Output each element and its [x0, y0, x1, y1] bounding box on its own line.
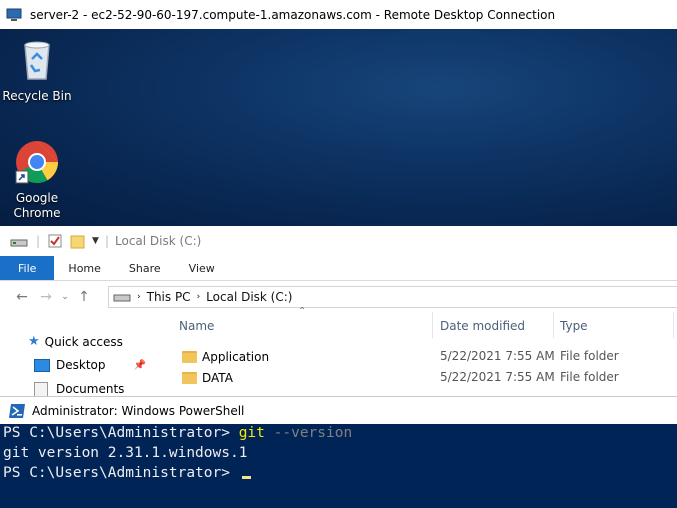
explorer-title: Local Disk (C:): [115, 234, 202, 248]
sidebar-label: Desktop: [56, 358, 106, 372]
up-arrow-icon[interactable]: ↑: [72, 286, 96, 308]
sidebar-label: Quick access: [44, 334, 123, 349]
remote-desktop-icon: [6, 8, 22, 21]
folder-icon: [182, 351, 197, 363]
rdp-title-bar[interactable]: server-2 - ec2-52-90-60-197.compute-1.am…: [0, 0, 677, 29]
file-date: 5/22/2021 7:55 AM: [440, 370, 555, 384]
file-explorer-window: | ▼ | Local Disk (C:) File Home Share Vi…: [0, 226, 677, 396]
console-line-3: PS C:\Users\Administrator>: [3, 465, 251, 481]
powershell-icon: [9, 404, 25, 418]
tab-file[interactable]: File: [0, 256, 55, 280]
file-row[interactable]: Application 5/22/2021 7:55 AM File folde…: [180, 347, 677, 367]
desktop: Recycle Bin Google Chrome: [0, 29, 677, 226]
file-date: 5/22/2021 7:55 AM: [440, 349, 555, 363]
properties-icon[interactable]: [48, 234, 62, 248]
customize-toolbar-chevron-icon[interactable]: ▼: [92, 236, 99, 246]
star-icon: ★: [28, 334, 40, 349]
column-divider[interactable]: [673, 312, 674, 338]
column-date-modified[interactable]: Date modified: [440, 319, 525, 333]
sidebar-item-quick-access[interactable]: ★ Quick access: [28, 334, 123, 349]
text-cursor: [241, 476, 251, 479]
column-headers: ⌃ Name Date modified Type: [176, 306, 677, 338]
column-divider[interactable]: [553, 312, 554, 338]
chrome-label-line1: Google: [15, 191, 59, 205]
breadcrumb-local-disk[interactable]: Local Disk (C:): [206, 290, 292, 304]
breadcrumb-this-pc[interactable]: This PC: [147, 290, 191, 304]
powershell-console[interactable]: PS C:\Users\Administrator> git --version…: [0, 424, 677, 508]
sidebar-item-documents[interactable]: Documents: [34, 382, 124, 396]
navigation-bar: ← → ⌄ ↑ › This PC › Local Disk (C:): [0, 284, 677, 310]
rdp-title-text: server-2 - ec2-52-90-60-197.compute-1.am…: [30, 7, 556, 22]
recent-locations-chevron-icon[interactable]: ⌄: [58, 286, 72, 308]
tab-share[interactable]: Share: [115, 256, 175, 280]
navigation-pane: ★ Quick access Desktop 📌 Documents: [0, 326, 165, 396]
file-row[interactable]: DATA 5/22/2021 7:55 AM File folder: [180, 368, 677, 388]
chrome-label-line2: Chrome: [13, 206, 61, 220]
breadcrumb-separator-icon: ›: [196, 292, 201, 302]
desktop-icon-google-chrome[interactable]: Google Chrome: [0, 139, 74, 221]
address-drive-icon: [113, 294, 131, 302]
tab-home[interactable]: Home: [54, 256, 114, 280]
toolbar-divider: |: [104, 234, 110, 248]
column-type[interactable]: Type: [560, 319, 588, 333]
command-text: git: [238, 425, 265, 441]
quick-access-toolbar: | ▼ | Local Disk (C:): [0, 226, 677, 256]
column-name[interactable]: Name: [179, 319, 214, 333]
sidebar-label: Documents: [56, 382, 125, 396]
file-name-cell: Application: [182, 349, 269, 364]
chrome-icon: [15, 141, 59, 184]
tab-view[interactable]: View: [175, 256, 229, 280]
prompt-text: PS C:\Users\Administrator>: [3, 465, 239, 481]
recycle-bin-icon: [24, 41, 50, 80]
toolbar-divider: |: [36, 234, 41, 248]
file-name: Application: [202, 350, 270, 364]
prompt-text: PS C:\Users\Administrator>: [3, 425, 239, 441]
recycle-bin-label: Recycle Bin: [2, 89, 72, 103]
column-divider[interactable]: [432, 312, 433, 338]
pin-icon[interactable]: 📌: [134, 360, 146, 371]
new-folder-icon[interactable]: [70, 233, 86, 249]
console-line-2: git version 2.31.1.windows.1: [3, 445, 248, 461]
file-name-cell: DATA: [182, 370, 233, 385]
argument-text: --version: [264, 425, 353, 441]
sidebar-item-desktop[interactable]: Desktop 📌: [34, 358, 146, 372]
desktop-icon-recycle-bin[interactable]: Recycle Bin: [0, 37, 74, 104]
ribbon-tabs: File Home Share View: [0, 256, 677, 281]
desktop-icon: [34, 358, 50, 372]
file-type: File folder: [560, 370, 619, 384]
file-type: File folder: [560, 349, 619, 363]
address-bar[interactable]: › This PC › Local Disk (C:): [108, 286, 677, 308]
drive-icon: [10, 239, 28, 247]
file-name: DATA: [202, 371, 233, 385]
console-line-1: PS C:\Users\Administrator> git --version: [3, 425, 352, 441]
back-arrow-icon[interactable]: ←: [10, 286, 34, 308]
forward-arrow-icon[interactable]: →: [34, 286, 58, 308]
sort-ascending-icon: ⌃: [298, 306, 307, 317]
powershell-title-bar[interactable]: Administrator: Windows PowerShell: [0, 396, 677, 425]
folder-icon: [182, 372, 197, 384]
powershell-title: Administrator: Windows PowerShell: [32, 404, 245, 418]
breadcrumb-separator-icon: ›: [137, 292, 141, 302]
documents-icon: [34, 382, 48, 396]
